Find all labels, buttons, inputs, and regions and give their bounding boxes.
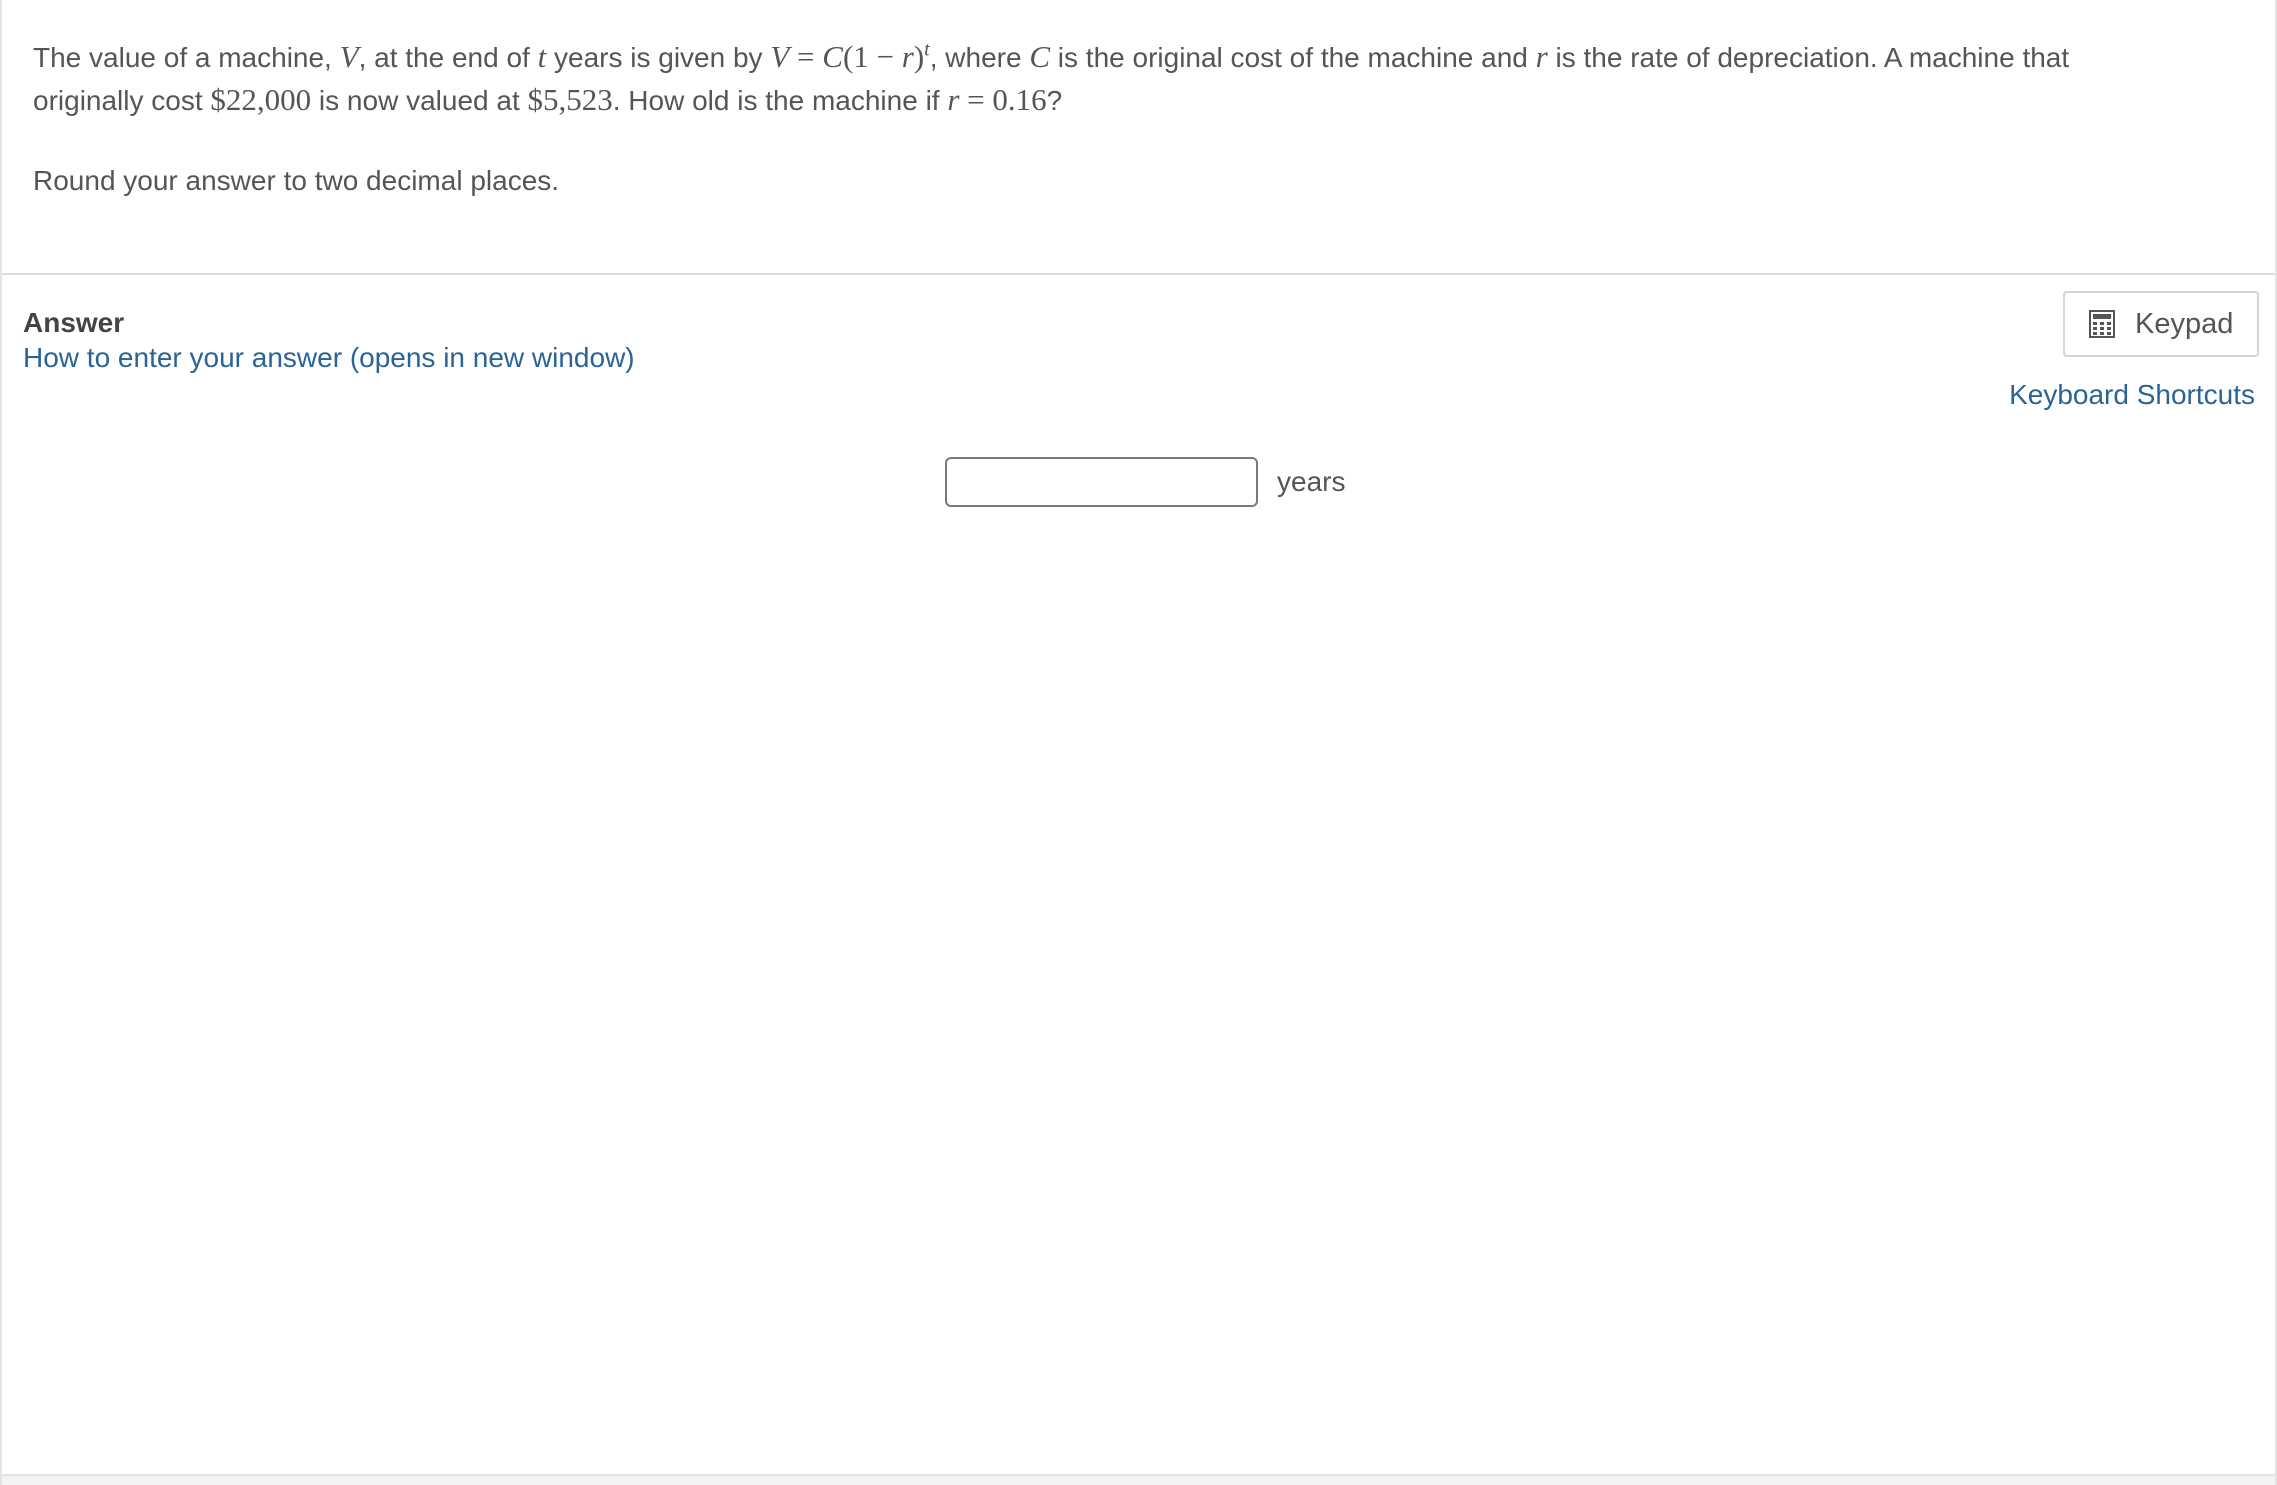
help-link[interactable]: How to enter your answer (opens in new w…	[23, 340, 635, 376]
question-instruction: Round your answer to two decimal places.	[33, 165, 560, 196]
math-var-c: C	[1029, 39, 1051, 74]
math-cost: $22,000	[210, 82, 312, 117]
math-value: $5,523	[527, 82, 613, 117]
math-rate: r = 0.16	[947, 82, 1047, 117]
question-text: , where	[929, 42, 1030, 73]
question-text: is the original cost of the machine and	[1050, 42, 1536, 73]
math-var-r: r	[1535, 39, 1548, 74]
question-text: ?	[1046, 85, 1063, 116]
footer-divider	[2, 1474, 2275, 1485]
keypad-label: Keypad	[2135, 308, 2234, 340]
answer-title: Answer	[23, 307, 125, 338]
question-text: . How old is the machine if	[612, 85, 948, 116]
page: The value of a machine, V, at the end of…	[0, 0, 2277, 1485]
question-text: , at the end of	[358, 42, 538, 73]
question-text: is now valued at	[311, 85, 528, 116]
question-text: originally cost	[33, 85, 211, 116]
question-line-2: originally cost $22,000 is now valued at…	[33, 79, 2245, 122]
question-text: is the rate of depreciation. A machine t…	[1547, 42, 2070, 73]
math-var-t: t	[537, 39, 547, 74]
keyboard-shortcuts-link[interactable]: Keyboard Shortcuts	[2009, 377, 2255, 413]
answer-input[interactable]	[945, 457, 1258, 507]
math-var-v: V	[339, 39, 359, 74]
question-line-1: The value of a machine, V, at the end of…	[33, 36, 2245, 79]
unit-label: years	[1277, 466, 1346, 497]
question-text: years is given by	[546, 42, 771, 73]
formula: V = C(1 − r)t	[770, 38, 930, 74]
keypad-button[interactable]: Keypad	[2063, 291, 2259, 357]
answer-section: Answer How to enter your answer (opens i…	[2, 275, 2275, 1475]
question-text: The value of a machine,	[33, 42, 340, 73]
calculator-icon	[2089, 310, 2115, 338]
question-panel: The value of a machine, V, at the end of…	[2, 0, 2275, 275]
